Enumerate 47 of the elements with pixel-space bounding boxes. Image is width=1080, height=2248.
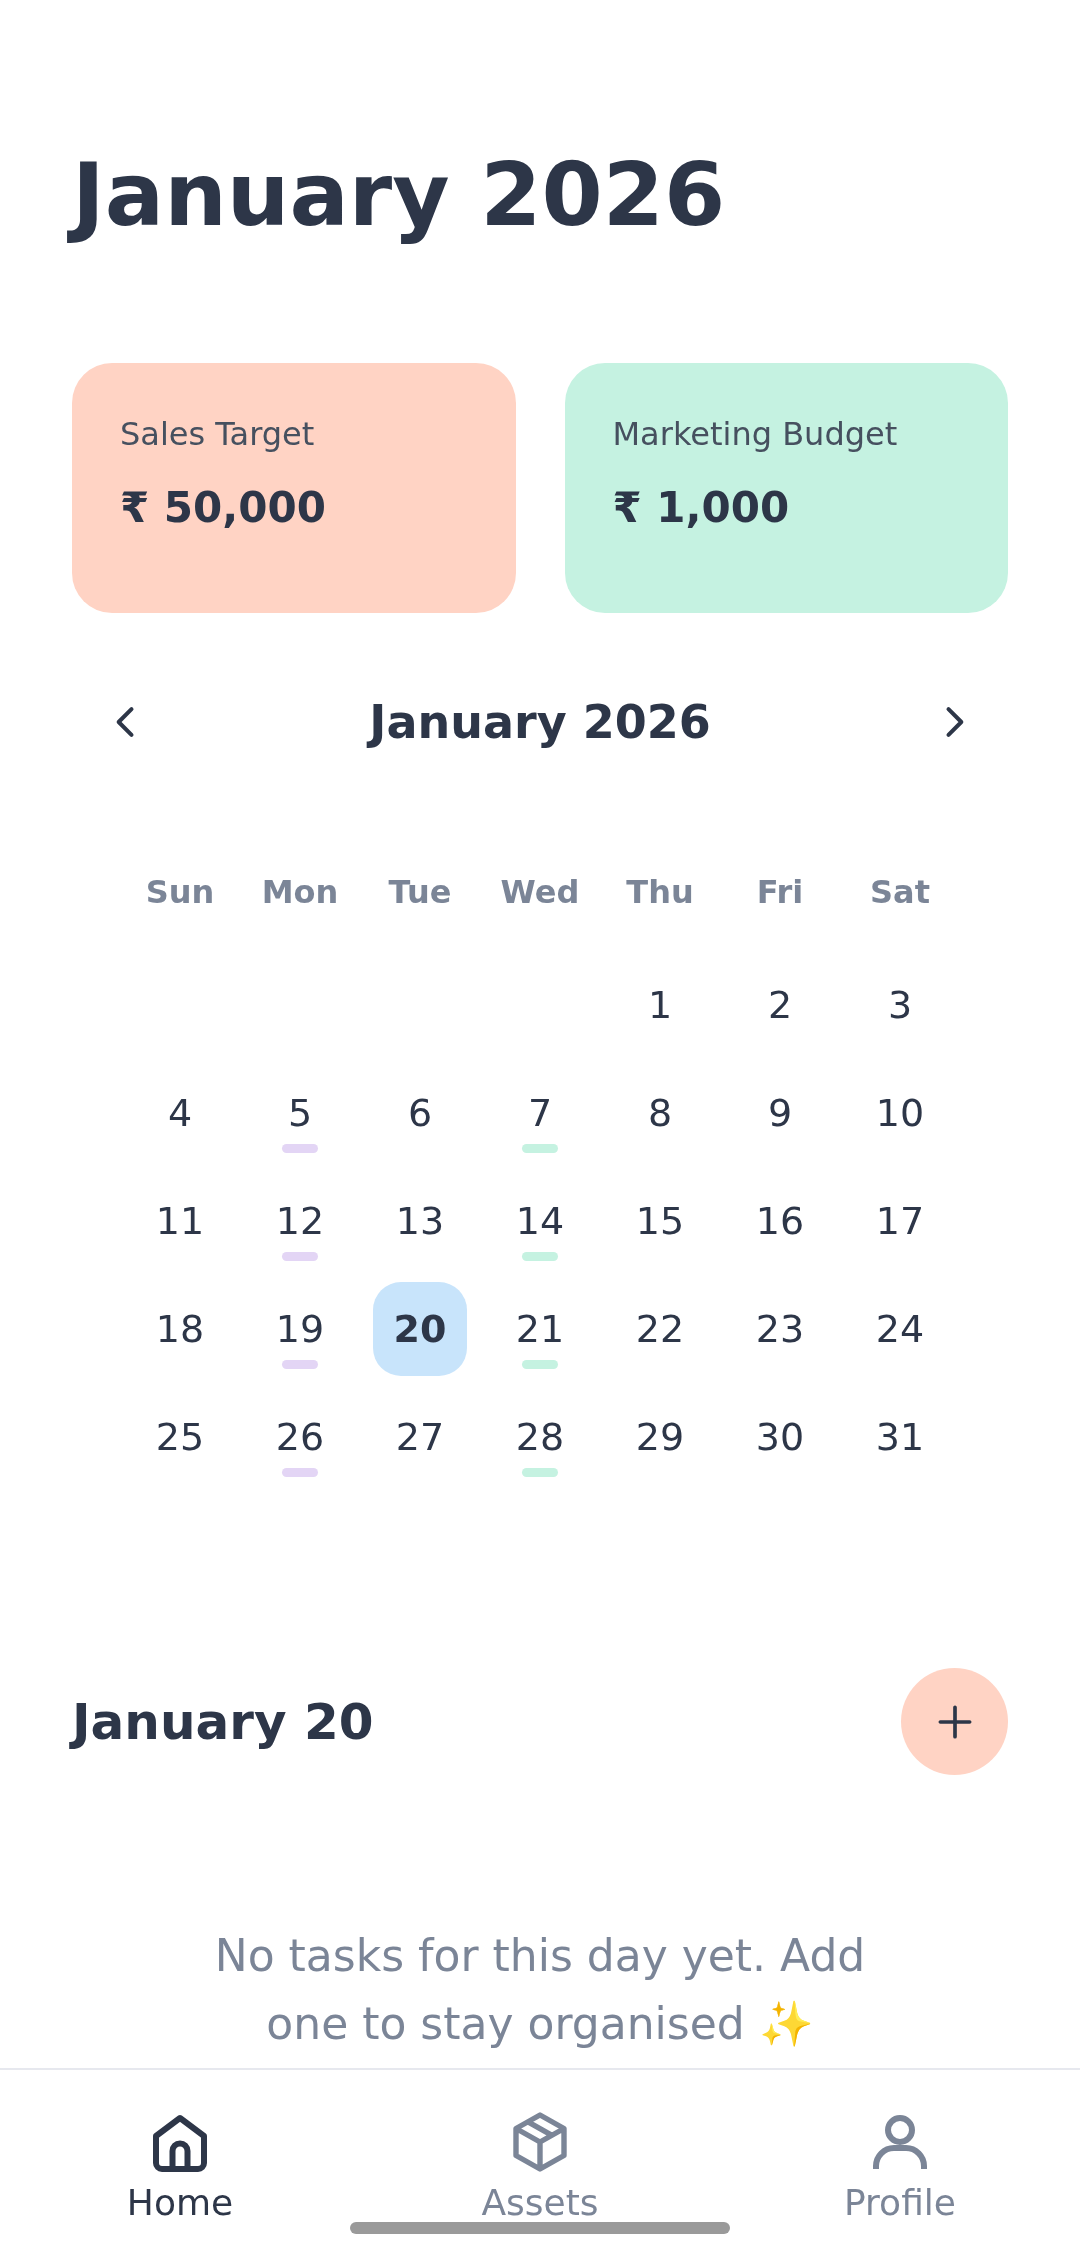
nav-tab[interactable]: Home (50, 2070, 310, 2248)
nav-tab[interactable]: Profile (770, 2070, 1030, 2248)
weekday-label: Fri (756, 873, 804, 911)
date-cell[interactable]: 30 (733, 1390, 827, 1484)
date-cell[interactable]: 17 (853, 1174, 947, 1268)
date-cell[interactable]: 18 (133, 1282, 227, 1376)
date-cell[interactable]: 26 (253, 1390, 347, 1484)
weekday-label: Sun (145, 873, 215, 911)
date-cell[interactable]: 16 (733, 1174, 827, 1268)
nav-tab[interactable]: Assets (410, 2070, 670, 2248)
weekday-label: Wed (500, 873, 580, 911)
date-cell[interactable]: 20 (373, 1282, 467, 1376)
date-cell[interactable]: 28 (493, 1390, 587, 1484)
weekday-label: Tue (388, 873, 452, 911)
date-cell[interactable]: 31 (853, 1390, 947, 1484)
date-cell[interactable]: 19 (253, 1282, 347, 1376)
page-title: January 2026 (60, 120, 738, 270)
card-label: Sales Target (120, 415, 315, 453)
date-cell[interactable]: 6 (373, 1066, 467, 1160)
date-cell[interactable]: 21 (493, 1282, 587, 1376)
date-cell[interactable]: 14 (493, 1174, 587, 1268)
date-cell[interactable]: 3 (853, 958, 947, 1052)
date-cell[interactable]: 5 (253, 1066, 347, 1160)
date-cell[interactable]: 23 (733, 1282, 827, 1376)
date-cell[interactable]: 4 (133, 1066, 227, 1160)
date-cell[interactable]: 15 (613, 1174, 707, 1268)
date-cell[interactable]: 29 (613, 1390, 707, 1484)
card-value: ₹ 1,000 (612, 483, 790, 532)
weekday-label: Mon (261, 873, 339, 911)
date-cell[interactable]: 2 (733, 958, 827, 1052)
date-cell[interactable]: 10 (853, 1066, 947, 1160)
date-cell[interactable]: 9 (733, 1066, 827, 1160)
date-cell[interactable]: 8 (613, 1066, 707, 1160)
weekday-label: Sat (870, 873, 930, 911)
date-cell[interactable]: 25 (133, 1390, 227, 1484)
date-cell[interactable]: 1 (613, 958, 707, 1052)
date-cell[interactable]: 12 (253, 1174, 347, 1268)
weekday-label: Thu (626, 873, 694, 911)
date-cell[interactable]: 11 (133, 1174, 227, 1268)
date-cell[interactable]: 22 (613, 1282, 707, 1376)
date-cell[interactable]: 13 (373, 1174, 467, 1268)
card-value: ₹ 50,000 (120, 483, 326, 532)
date-cell[interactable]: 27 (373, 1390, 467, 1484)
date-cell[interactable]: 7 (493, 1066, 587, 1160)
date-cell[interactable]: 24 (853, 1282, 947, 1376)
card-label: Marketing Budget (612, 415, 898, 453)
empty-message: No tasks for this day yet. Add one to stay organised ✨ (213, 1929, 867, 2051)
